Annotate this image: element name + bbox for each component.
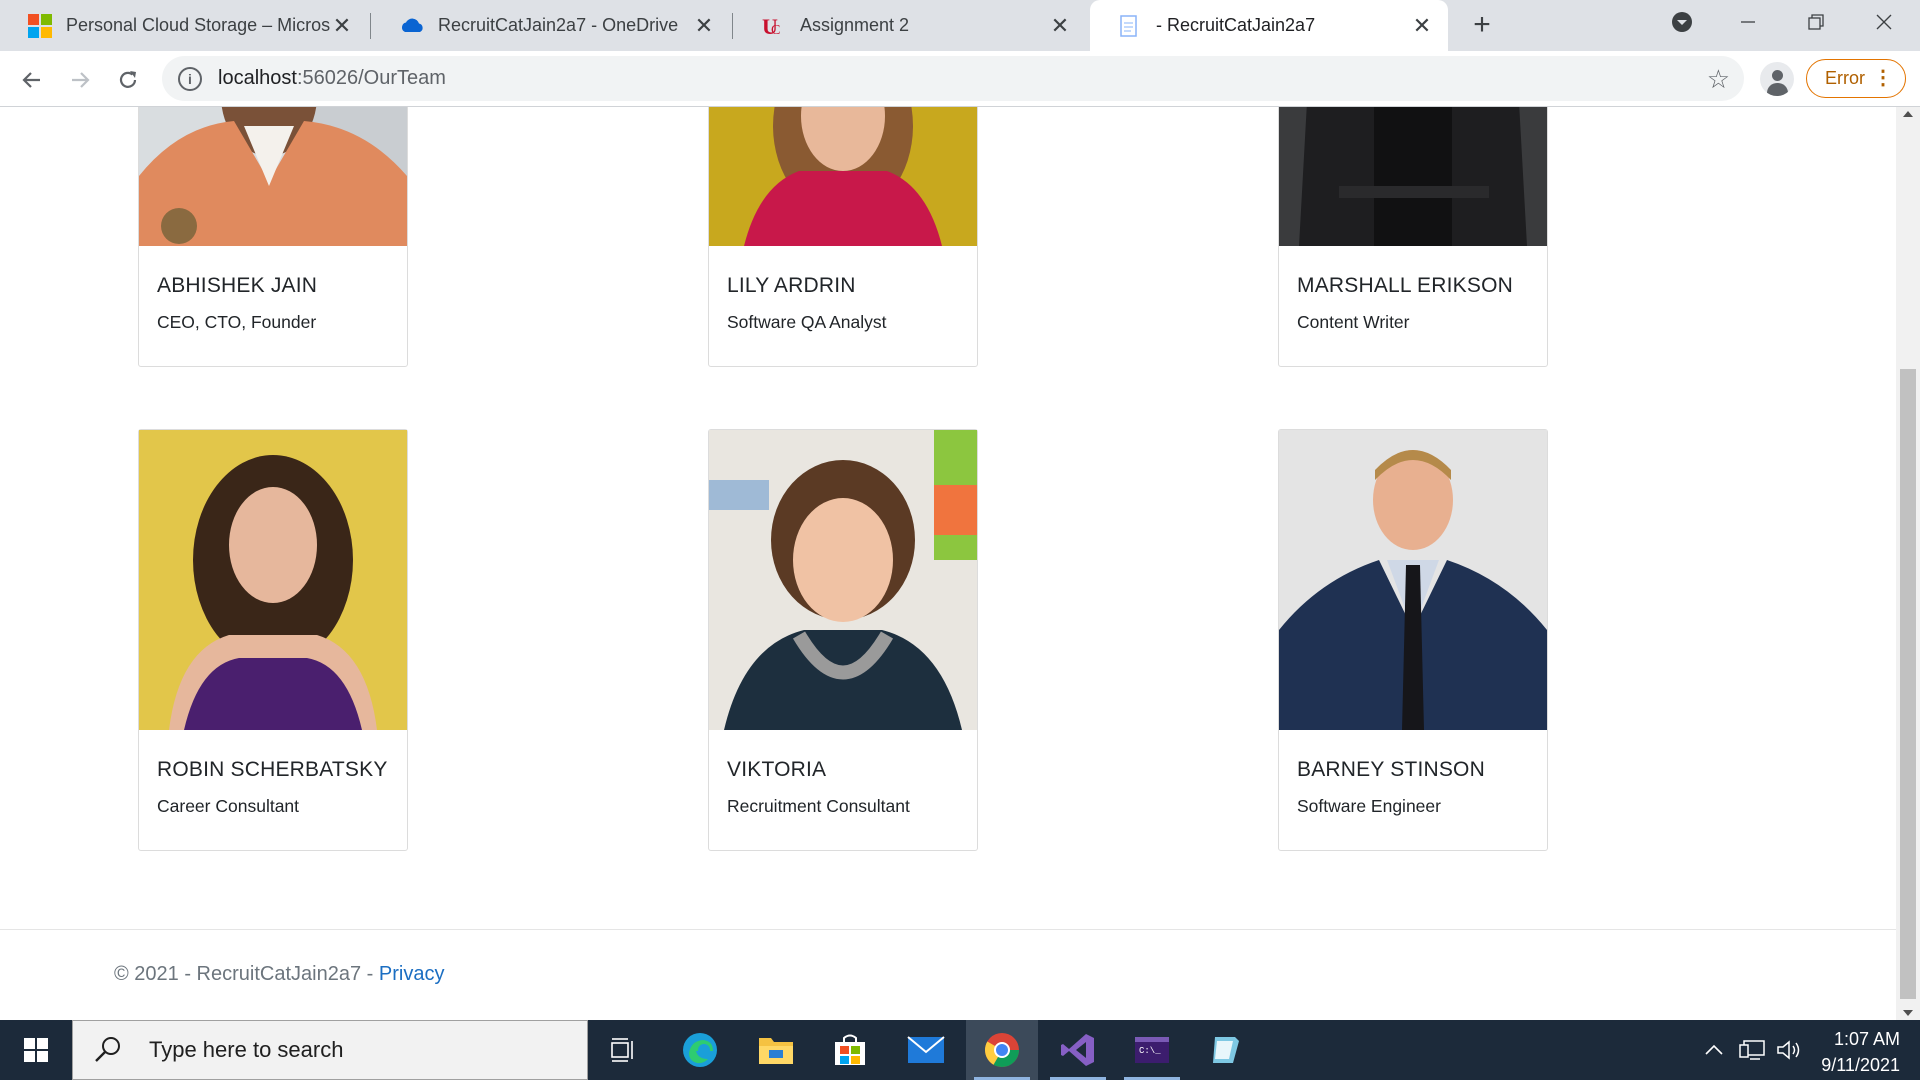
search-icon — [93, 1035, 123, 1065]
tab-divider — [370, 13, 371, 39]
clock-time: 1:07 AM — [1833, 1029, 1900, 1049]
search-placeholder: Type here to search — [149, 1037, 344, 1062]
restore-icon[interactable] — [1782, 0, 1850, 44]
page-footer: © 2021 - RecruitCatJain2a7 - Privacy — [114, 963, 444, 986]
member-role: Recruitment Consultant — [727, 796, 910, 816]
svg-text:C:\_: C:\_ — [1139, 1046, 1161, 1056]
tab-assignment[interactable]: UC Assignment 2 ✕ — [734, 0, 1086, 51]
close-tab-icon[interactable]: ✕ — [1410, 13, 1434, 38]
privacy-link[interactable]: Privacy — [379, 963, 445, 985]
page-scrollbar[interactable] — [1896, 107, 1920, 1020]
forward-arrow-icon[interactable] — [62, 62, 98, 98]
tab-title: RecruitCatJain2a7 - OneDrive — [438, 15, 679, 35]
team-member-photo — [1279, 430, 1547, 730]
minimize-icon[interactable] — [1714, 0, 1782, 44]
volume-icon[interactable] — [1776, 1020, 1802, 1080]
team-member-photo — [709, 107, 977, 246]
tab-onedrive[interactable]: RecruitCatJain2a7 - OneDrive ✕ — [372, 0, 730, 51]
tab-strip: Personal Cloud Storage – Microsoft ✕ Rec… — [0, 0, 1920, 51]
bookmark-star-icon[interactable]: ☆ — [1707, 64, 1730, 95]
network-icon[interactable] — [1738, 1020, 1766, 1080]
task-view-icon[interactable] — [588, 1020, 660, 1080]
close-tab-icon[interactable]: ✕ — [1048, 13, 1072, 38]
error-button[interactable]: Error ⋮ — [1806, 59, 1906, 98]
error-label: Error — [1825, 68, 1865, 88]
close-tab-icon[interactable]: ✕ — [692, 13, 716, 38]
scroll-down-arrow-icon[interactable] — [1903, 1010, 1913, 1016]
member-role: Career Consultant — [157, 796, 300, 816]
microsoft-logo-icon — [28, 13, 52, 38]
system-clock[interactable]: 1:07 AM 9/11/2021 — [1821, 1026, 1900, 1078]
edge-browser-icon[interactable] — [664, 1020, 736, 1080]
microsoft-store-icon[interactable] — [814, 1020, 886, 1080]
team-member-photo — [139, 107, 407, 246]
chrome-icon[interactable] — [966, 1020, 1038, 1080]
taskbar-search-box[interactable]: Type here to search — [72, 1020, 588, 1080]
member-name: VIKTORIA — [727, 758, 827, 781]
member-role: Software Engineer — [1297, 796, 1441, 816]
windows-taskbar: Type here to search C:\_ 1:07 AM 9/11/20… — [0, 1020, 1920, 1080]
scrollbar-thumb[interactable] — [1900, 369, 1916, 999]
new-tab-button[interactable]: + — [1466, 8, 1498, 41]
member-role: Content Writer — [1297, 312, 1410, 332]
notepad-icon[interactable] — [1190, 1020, 1262, 1080]
scroll-up-arrow-icon[interactable] — [1903, 111, 1913, 117]
member-role: CEO, CTO, Founder — [157, 312, 317, 332]
footer-divider — [0, 929, 1896, 930]
tab-microsoft-storage[interactable]: Personal Cloud Storage – Microsoft ✕ — [0, 0, 368, 51]
team-card: VIKTORIA Recruitment Consultant — [708, 429, 978, 851]
close-tab-icon[interactable]: ✕ — [330, 13, 354, 38]
team-card: ROBIN SCHERBATSKY Career Consultant — [138, 429, 408, 851]
clock-date: 9/11/2021 — [1821, 1055, 1900, 1075]
page-icon — [1118, 14, 1142, 38]
address-bar[interactable]: i localhost:56026/OurTeam ☆ — [162, 56, 1744, 101]
reload-icon[interactable] — [110, 62, 146, 98]
tab-divider — [732, 13, 733, 39]
tab-recruitcat[interactable]: - RecruitCatJain2a7 ✕ — [1090, 0, 1448, 51]
url-text: localhost:56026/OurTeam — [218, 67, 446, 89]
member-name: BARNEY STINSON — [1297, 758, 1485, 781]
footer-copyright: © 2021 - RecruitCatJain2a7 - — [114, 963, 374, 985]
onedrive-icon — [400, 14, 424, 38]
tab-title: Personal Cloud Storage – Microsoft — [66, 15, 330, 35]
team-member-photo — [139, 430, 407, 730]
team-card: LILY ARDRIN Software QA Analyst — [708, 107, 978, 367]
tab-title: Assignment 2 — [800, 15, 910, 35]
show-hidden-icons-icon[interactable] — [1704, 1020, 1724, 1080]
terminal-icon[interactable]: C:\_ — [1116, 1020, 1188, 1080]
member-name: ABHISHEK JAIN — [157, 274, 318, 297]
tab-search-button[interactable] — [1648, 0, 1716, 44]
back-arrow-icon[interactable] — [14, 62, 50, 98]
team-card: MARSHALL ERIKSON Content Writer — [1278, 107, 1548, 367]
tab-title: - RecruitCatJain2a7 — [1156, 15, 1316, 35]
windows-start-icon[interactable] — [0, 1020, 72, 1080]
more-menu-icon: ⋮ — [1873, 67, 1893, 89]
member-name: MARSHALL ERIKSON — [1297, 274, 1513, 297]
file-explorer-icon[interactable] — [740, 1020, 812, 1080]
team-member-photo — [1279, 107, 1547, 246]
team-member-photo — [709, 430, 977, 730]
team-card: BARNEY STINSON Software Engineer — [1278, 429, 1548, 851]
site-info-icon[interactable]: i — [178, 66, 202, 91]
member-name: ROBIN SCHERBATSKY — [157, 758, 388, 781]
team-card: ABHISHEK JAIN CEO, CTO, Founder — [138, 107, 408, 367]
mail-icon[interactable] — [890, 1020, 962, 1080]
close-window-icon[interactable] — [1850, 0, 1918, 44]
member-name: LILY ARDRIN — [727, 274, 856, 297]
visual-studio-icon[interactable] — [1042, 1020, 1114, 1080]
svg-text:C: C — [771, 23, 780, 38]
profile-avatar-icon[interactable] — [1760, 62, 1794, 96]
page-viewport: ABHISHEK JAIN CEO, CTO, Founder LILY ARD… — [0, 107, 1896, 1020]
university-logo-icon: UC — [762, 14, 786, 39]
member-role: Software QA Analyst — [727, 312, 887, 332]
